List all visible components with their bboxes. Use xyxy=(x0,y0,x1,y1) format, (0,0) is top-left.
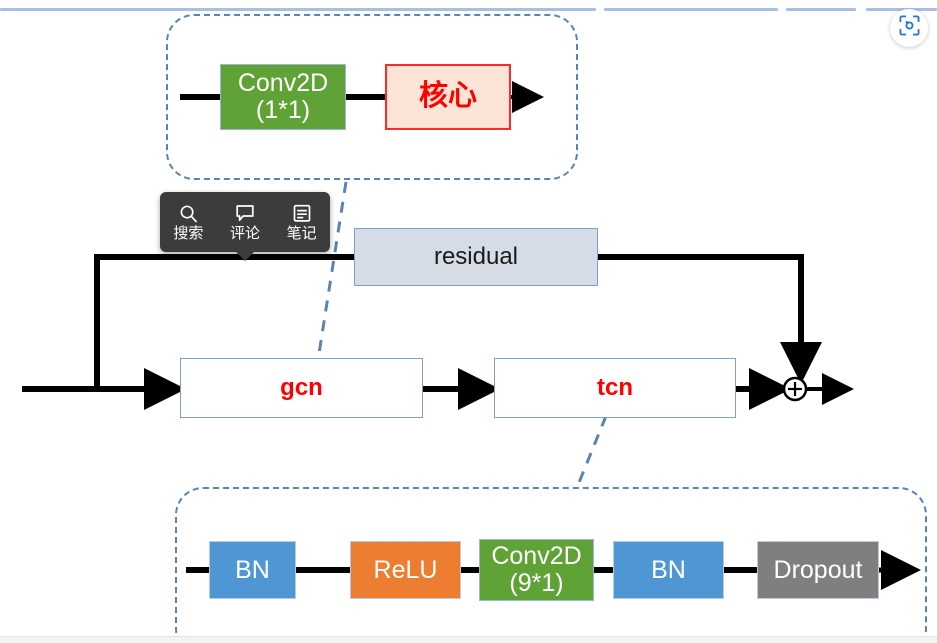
truncated-text-line xyxy=(0,0,937,13)
node-dropout[interactable]: Dropout xyxy=(757,541,879,599)
toolbar-item-label: 评论 xyxy=(229,224,260,242)
adder-node xyxy=(782,376,808,402)
toolbar-item-search[interactable]: 搜索 xyxy=(162,203,214,241)
context-toolbar[interactable]: 搜索 评论 笔记 xyxy=(160,192,330,261)
text-line-segment xyxy=(0,8,596,11)
toolbar-item-label: 搜索 xyxy=(173,224,204,242)
toolbar-item-note[interactable]: 笔记 xyxy=(276,203,328,241)
node-conv2d-9x1[interactable]: Conv2D (9*1) xyxy=(479,539,594,601)
tcn-callout-line xyxy=(576,415,608,486)
scan-capture-icon xyxy=(898,15,920,41)
toolbar-item-label: 笔记 xyxy=(286,224,317,242)
node-residual[interactable]: residual xyxy=(354,228,598,286)
note-icon xyxy=(293,203,311,224)
screenshot-root: Conv2D (1*1) 核心 residual gcn tcn BN ReLU… xyxy=(0,0,937,643)
node-label-line: ReLU xyxy=(373,555,438,584)
text-line-segment xyxy=(786,8,856,11)
page-bottom-edge xyxy=(0,636,937,643)
text-line-segment xyxy=(604,8,778,11)
node-tcn[interactable]: tcn xyxy=(494,358,736,418)
node-label-line: Conv2D xyxy=(237,69,329,97)
node-label-line: (9*1) xyxy=(509,569,564,597)
node-label-line: tcn xyxy=(597,374,633,402)
node-conv2d-1x1[interactable]: Conv2D (1*1) xyxy=(220,64,346,130)
node-label-line: BN xyxy=(235,555,270,584)
node-core[interactable]: 核心 xyxy=(385,64,511,130)
node-label-line: 核心 xyxy=(418,80,477,113)
node-label-line: Dropout xyxy=(773,555,863,584)
toolbar-item-comment[interactable]: 评论 xyxy=(219,203,271,241)
node-label-line: gcn xyxy=(280,374,323,402)
comment-icon xyxy=(235,203,255,224)
node-label-line: BN xyxy=(651,555,686,584)
node-relu[interactable]: ReLU xyxy=(350,541,461,599)
node-label-line: (1*1) xyxy=(255,96,311,124)
node-bn-1[interactable]: BN xyxy=(209,541,296,599)
search-icon xyxy=(179,203,198,224)
node-label-line: residual xyxy=(433,243,519,271)
node-label-line: Conv2D xyxy=(491,542,582,570)
node-gcn[interactable]: gcn xyxy=(180,358,423,418)
scan-capture-button[interactable] xyxy=(890,9,928,47)
node-bn-2[interactable]: BN xyxy=(613,541,724,599)
